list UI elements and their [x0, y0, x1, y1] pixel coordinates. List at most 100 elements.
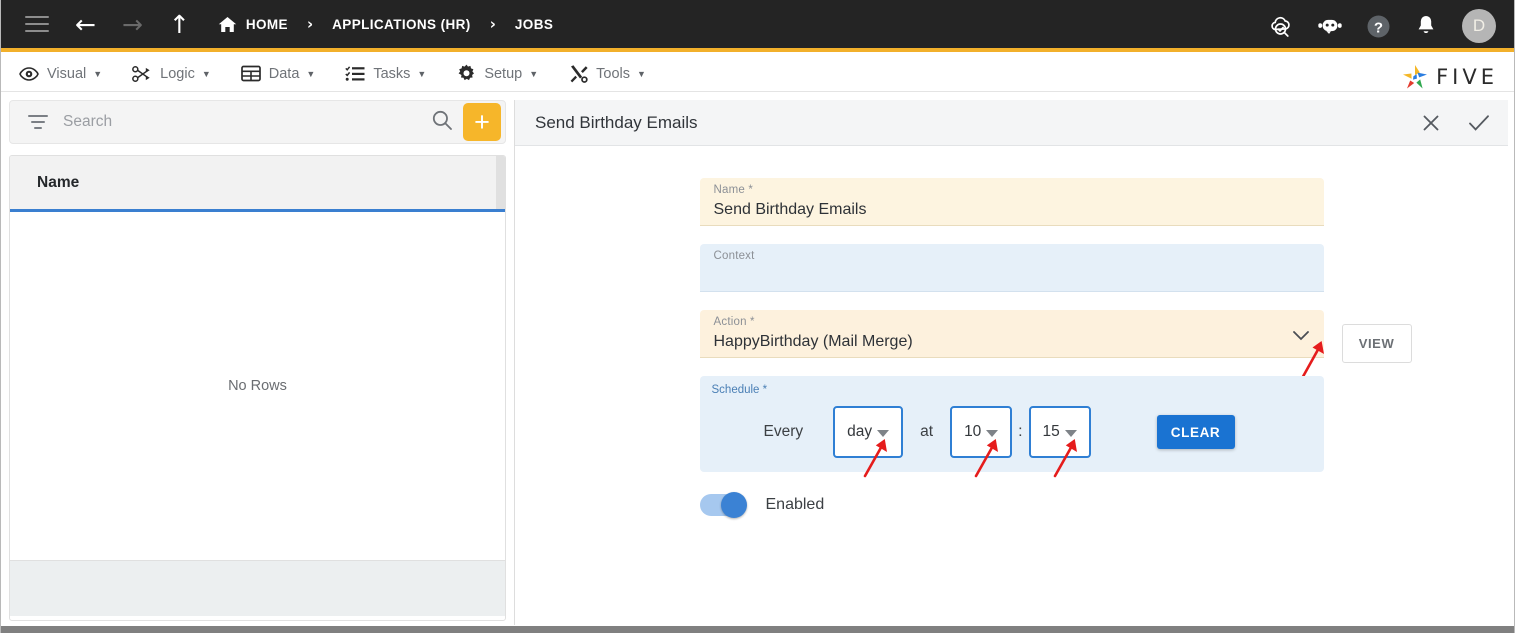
detail-panel-header: Send Birthday Emails [515, 100, 1508, 146]
menu-item-label: Setup [484, 65, 523, 82]
enabled-toggle[interactable] [699, 492, 747, 518]
menu-item-label: Tools [596, 65, 630, 82]
menu-item-tools[interactable]: Tools ▼ [568, 64, 646, 84]
add-record-button[interactable]: + [463, 103, 501, 141]
chevron-down-icon [1064, 430, 1077, 437]
chevron-down-icon: ▼ [93, 68, 103, 79]
avatar[interactable]: D [1462, 9, 1496, 43]
grid-header-row: Name [10, 156, 505, 212]
search-input[interactable] [63, 113, 431, 131]
chatbot-icon[interactable] [1316, 12, 1344, 40]
chevron-down-icon: ▼ [201, 68, 211, 79]
schedule-time-separator: : [1018, 423, 1023, 440]
menu-item-label: Tasks [373, 65, 411, 82]
schedule-minute-select[interactable]: 15 [1028, 406, 1091, 458]
chevron-down-icon [877, 430, 890, 437]
action-field-value: HappyBirthday (Mail Merge) [713, 333, 913, 350]
topbar-right-actions: ? D [1268, 0, 1496, 52]
grid-footer [10, 560, 505, 616]
checklist-icon [345, 64, 365, 84]
notification-bell-icon[interactable] [1412, 12, 1440, 40]
page-title: Send Birthday Emails [535, 112, 698, 132]
schedule-every-label: Every [763, 423, 804, 440]
back-arrow-icon[interactable]: ← [75, 12, 96, 37]
schedule-controls-row: Every day at 10: 15 CLEAR [700, 406, 1324, 478]
enabled-row: Enabled [699, 492, 1324, 518]
chevron-down-icon [986, 430, 999, 437]
menu-item-setup[interactable]: Setup ▼ [456, 64, 538, 84]
home-icon[interactable] [218, 16, 237, 33]
logic-graph-icon [132, 64, 152, 84]
form-area: Name * Send Birthday Emails Context Acti… [515, 146, 1508, 518]
schedule-interval-select[interactable]: day [833, 406, 904, 458]
schedule-hour-value: 10 [964, 423, 982, 440]
action-field[interactable]: Action * HappyBirthday (Mail Merge) [699, 310, 1324, 358]
detail-form-panel: Send Birthday Emails Name * Send Birthda… [514, 100, 1508, 625]
eye-icon [19, 64, 39, 84]
detail-panel-actions [1420, 112, 1490, 134]
menu-item-logic[interactable]: Logic ▼ [132, 64, 211, 84]
schedule-at-label: at [920, 423, 934, 440]
filter-icon[interactable] [28, 115, 48, 129]
horizontal-scrollbar[interactable] [1, 626, 1514, 633]
schedule-panel: Schedule * Every day at 10: 15 CLEAR [699, 376, 1324, 478]
view-action-button[interactable]: VIEW [1341, 324, 1412, 363]
grid-empty-message: No Rows [228, 378, 287, 394]
top-navigation-bar: ← → ↑ HOME › APPLICATIONS (HR) › JOBS ? … [1, 0, 1514, 52]
close-icon[interactable] [1420, 112, 1442, 134]
brand-name: FIVE [1436, 65, 1498, 89]
cloud-check-icon[interactable] [1268, 12, 1296, 40]
enabled-label: Enabled [765, 496, 825, 513]
action-field-label: Action * [713, 316, 755, 328]
schedule-label: Schedule * [711, 384, 768, 396]
help-icon[interactable]: ? [1364, 12, 1392, 40]
search-bar: + [9, 100, 506, 144]
application-window: ← → ↑ HOME › APPLICATIONS (HR) › JOBS ? … [0, 0, 1515, 633]
name-field-value: Send Birthday Emails [713, 201, 867, 218]
breadcrumb-item-applications[interactable]: APPLICATIONS (HR) [332, 17, 471, 32]
context-field[interactable]: Context [699, 244, 1324, 292]
grid-vertical-scrollbar[interactable] [496, 156, 505, 209]
hamburger-menu-icon[interactable] [25, 16, 49, 32]
forward-arrow-icon[interactable]: → [122, 12, 143, 37]
menu-item-visual[interactable]: Visual ▼ [19, 64, 102, 84]
schedule-clear-button[interactable]: CLEAR [1156, 415, 1235, 449]
add-record-label: + [474, 107, 490, 137]
toggle-knob [720, 492, 747, 518]
chevron-down-icon: ▼ [306, 68, 316, 79]
left-list-panel: + Name No Rows [9, 100, 506, 625]
name-field-label: Name * [713, 184, 754, 196]
breadcrumb-separator: › [306, 15, 314, 33]
tools-icon [568, 64, 588, 84]
gear-icon [456, 64, 476, 84]
menu-item-data[interactable]: Data ▼ [240, 64, 316, 84]
breadcrumb-item-home[interactable]: HOME [246, 17, 288, 32]
records-grid: Name No Rows [9, 155, 506, 621]
breadcrumb-item-jobs[interactable]: JOBS [515, 17, 553, 32]
menu-item-tasks[interactable]: Tasks ▼ [345, 64, 426, 84]
schedule-hour-select[interactable]: 10 [950, 406, 1013, 458]
search-icon[interactable] [431, 109, 453, 136]
table-icon [240, 64, 261, 84]
five-pinwheel-icon [1403, 65, 1428, 89]
name-field[interactable]: Name * Send Birthday Emails [699, 178, 1324, 226]
menu-item-label: Data [268, 65, 300, 82]
chevron-down-icon: ▼ [529, 68, 539, 79]
menu-item-label: Visual [47, 65, 87, 82]
schedule-interval-value: day [847, 423, 873, 440]
grid-column-header-name[interactable]: Name [37, 174, 79, 192]
breadcrumb: HOME › APPLICATIONS (HR) › JOBS [218, 15, 553, 33]
chevron-down-icon: ▼ [417, 68, 427, 79]
five-brand-logo: FIVE [1400, 63, 1498, 91]
schedule-minute-value: 15 [1042, 423, 1060, 440]
main-menu-bar: Visual ▼ Logic ▼ Data ▼ Tasks ▼ Setup ▼ … [1, 56, 1514, 92]
up-arrow-icon[interactable]: ↑ [169, 12, 190, 37]
chevron-down-icon: ▼ [637, 68, 646, 79]
grid-body: No Rows [10, 212, 505, 560]
svg-text:?: ? [1373, 19, 1382, 36]
breadcrumb-separator: › [489, 15, 496, 33]
context-field-label: Context [713, 250, 755, 262]
action-dropdown-chevron-down-icon[interactable] [1292, 328, 1309, 341]
menu-item-label: Logic [160, 65, 195, 82]
confirm-check-icon[interactable] [1468, 112, 1490, 134]
